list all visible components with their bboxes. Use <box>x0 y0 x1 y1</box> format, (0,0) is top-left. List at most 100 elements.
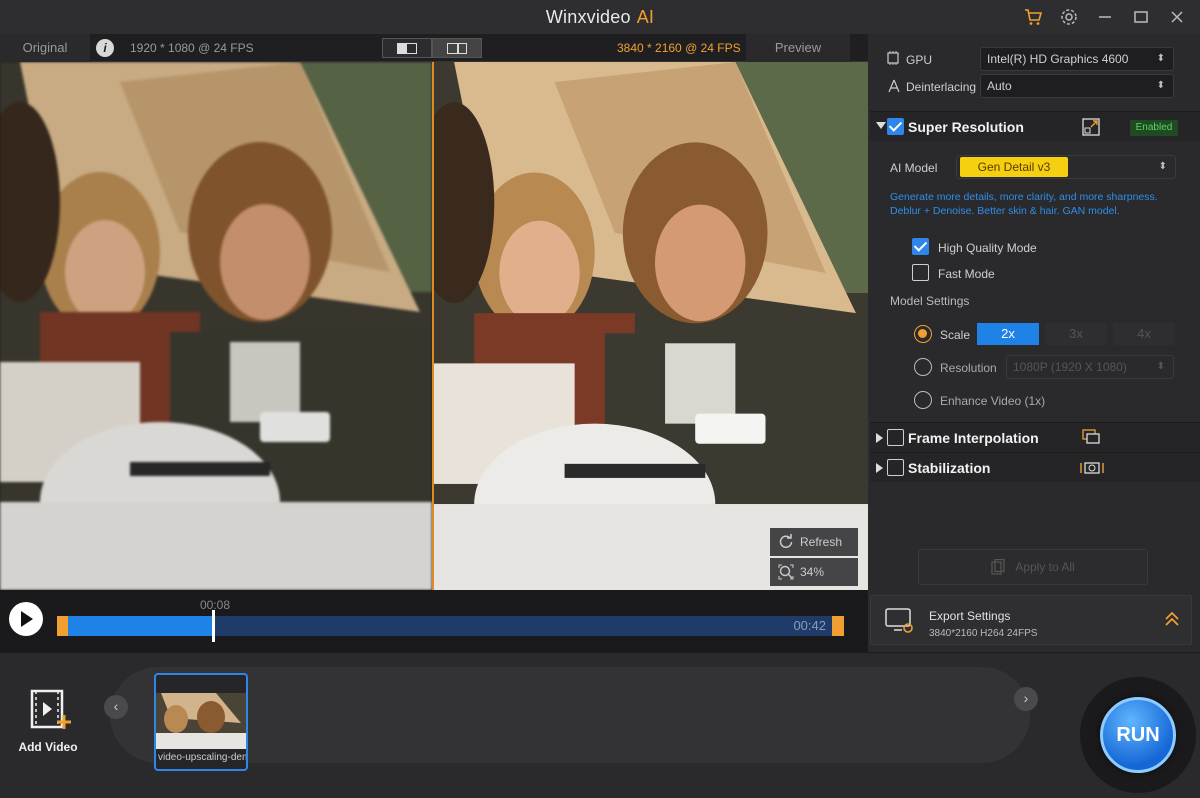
expand-right-icon <box>876 433 883 443</box>
close-icon[interactable] <box>1166 6 1188 28</box>
stabilize-camera-icon <box>1080 462 1104 474</box>
view-mode-toggle <box>382 38 482 58</box>
export-settings-meta: 3840*2160 H264 24FPS <box>929 628 1038 639</box>
resolution-label: Resolution <box>940 361 997 375</box>
high-quality-mode-checkbox[interactable] <box>912 238 929 255</box>
zoom-button[interactable]: 34% <box>770 558 858 586</box>
select-arrow-icon: ⬍ <box>1158 161 1167 172</box>
deinterlacing-icon <box>888 79 900 93</box>
scale-2x-button[interactable]: 2x <box>977 323 1039 345</box>
zoom-icon <box>778 564 794 580</box>
original-video-frame <box>0 62 432 590</box>
ai-model-label: AI Model <box>890 161 938 175</box>
deinterlacing-select[interactable]: Auto ⬍ <box>980 74 1174 98</box>
refresh-button[interactable]: Refresh <box>770 528 858 556</box>
minimize-icon[interactable] <box>1094 6 1116 28</box>
preview-area: Original i 1920 * 1080 @ 24 FPS 3840 * 2… <box>0 34 868 650</box>
gpu-value: Intel(R) HD Graphics 4600 <box>987 52 1129 66</box>
fast-mode-label: Fast Mode <box>938 267 995 281</box>
gpu-label: GPU <box>906 53 933 67</box>
zoom-label: 34% <box>800 565 825 579</box>
side-by-side-icon <box>397 42 417 54</box>
stabilization-title: Stabilization <box>908 460 991 476</box>
app-title: Winxvideo AI <box>0 7 1200 28</box>
tab-preview[interactable]: Preview <box>746 34 850 62</box>
enhance-video-radio[interactable] <box>914 391 932 409</box>
app-title-text: Winxvideo <box>545 7 631 27</box>
super-resolution-checkbox[interactable] <box>887 118 904 135</box>
model-settings-label: Model Settings <box>890 294 970 308</box>
frame-interpolation-header[interactable]: Frame Interpolation <box>870 422 1200 452</box>
video-strip <box>110 667 1030 763</box>
split-view-button[interactable] <box>432 38 482 58</box>
resolution-radio[interactable] <box>914 358 932 376</box>
run-button[interactable]: RUN <box>1100 697 1176 773</box>
settings-icon[interactable] <box>1058 6 1080 28</box>
info-icon[interactable]: i <box>96 39 114 57</box>
thumbnail-filename: video-upscaling-demo <box>158 752 246 763</box>
end-time: 00:42 <box>793 618 826 633</box>
tab-original[interactable]: Original <box>0 34 90 62</box>
double-chevron-up-icon[interactable] <box>1163 610 1181 628</box>
apply-all-icon <box>991 559 1005 575</box>
select-arrow-icon: ⬍ <box>1156 80 1165 91</box>
play-icon <box>21 611 33 627</box>
maximize-icon[interactable] <box>1130 6 1152 28</box>
export-settings-title: Export Settings <box>929 609 1011 623</box>
ai-model-value: Gen Detail v3 <box>960 157 1068 177</box>
resolution-value: 1080P (1920 X 1080) <box>1013 360 1127 374</box>
refresh-label: Refresh <box>800 535 843 549</box>
super-resolution-title: Super Resolution <box>908 119 1024 135</box>
fast-mode-checkbox[interactable] <box>912 264 929 281</box>
apply-to-all-label: Apply to All <box>1015 560 1075 574</box>
preview-meta: 3840 * 2160 @ 24 FPS <box>617 41 741 55</box>
add-video-label: Add Video <box>18 740 78 754</box>
original-meta: 1920 * 1080 @ 24 FPS <box>130 41 254 55</box>
refresh-icon <box>779 534 793 548</box>
add-video-button[interactable]: Add Video <box>16 689 80 754</box>
preview-video-frame <box>434 62 868 590</box>
app-title-ai: AI <box>636 7 655 27</box>
stabilization-header[interactable]: Stabilization <box>870 452 1200 482</box>
preview-header: Original i 1920 * 1080 @ 24 FPS 3840 * 2… <box>0 34 868 62</box>
scale-3x-button[interactable]: 3x <box>1045 323 1107 345</box>
split-view-icon <box>447 42 467 54</box>
strip-prev-button[interactable]: ‹ <box>104 695 128 719</box>
cart-icon[interactable] <box>1022 6 1044 28</box>
deinterlacing-label: Deinterlacing <box>906 80 977 94</box>
select-arrow-icon: ⬍ <box>1156 361 1165 372</box>
settings-panel: GPU Intel(R) HD Graphics 4600 ⬍ Deinterl… <box>870 34 1200 650</box>
gpu-icon <box>887 51 899 65</box>
add-video-icon <box>30 689 71 729</box>
deinterlacing-value: Auto <box>987 79 1012 93</box>
export-settings[interactable]: Export Settings 3840*2160 H264 24FPS <box>870 595 1192 645</box>
select-arrow-icon: ⬍ <box>1156 53 1165 64</box>
apply-to-all-button[interactable]: Apply to All <box>918 549 1148 585</box>
gpu-select[interactable]: Intel(R) HD Graphics 4600 ⬍ <box>980 47 1174 71</box>
high-quality-mode-label: High Quality Mode <box>938 241 1037 255</box>
bottom-bar: Add Video ‹ › video-upscaling-demo RUN <box>0 652 1200 798</box>
side-by-side-view-button[interactable] <box>382 38 432 58</box>
frame-interpolation-checkbox[interactable] <box>887 429 904 446</box>
scale-label: Scale <box>940 328 971 342</box>
play-button[interactable] <box>9 602 43 636</box>
expand-right-icon <box>876 463 883 473</box>
timeline-track[interactable]: 00:42 <box>68 610 832 642</box>
playhead[interactable] <box>212 610 216 642</box>
scale-4x-button[interactable]: 4x <box>1113 323 1175 345</box>
timeline-progress <box>68 616 214 636</box>
scale-radio[interactable] <box>914 325 932 343</box>
enabled-badge: Enabled <box>1130 120 1178 136</box>
frame-interpolation-title: Frame Interpolation <box>908 430 1039 446</box>
thumbnail-image <box>156 693 246 749</box>
timeline: 00:08 00:42 <box>0 590 868 652</box>
trim-end-handle[interactable] <box>832 616 844 636</box>
enhance-video-label: Enhance Video (1x) <box>940 394 1046 408</box>
resolution-select[interactable]: 1080P (1920 X 1080) ⬍ <box>1006 355 1174 379</box>
upscale-icon <box>1082 118 1100 136</box>
strip-next-button[interactable]: › <box>1014 687 1038 711</box>
video-thumbnail[interactable]: video-upscaling-demo <box>154 673 248 771</box>
title-bar: Winxvideo AI <box>0 0 1200 34</box>
stabilization-checkbox[interactable] <box>887 459 904 476</box>
export-settings-icon <box>885 608 913 633</box>
